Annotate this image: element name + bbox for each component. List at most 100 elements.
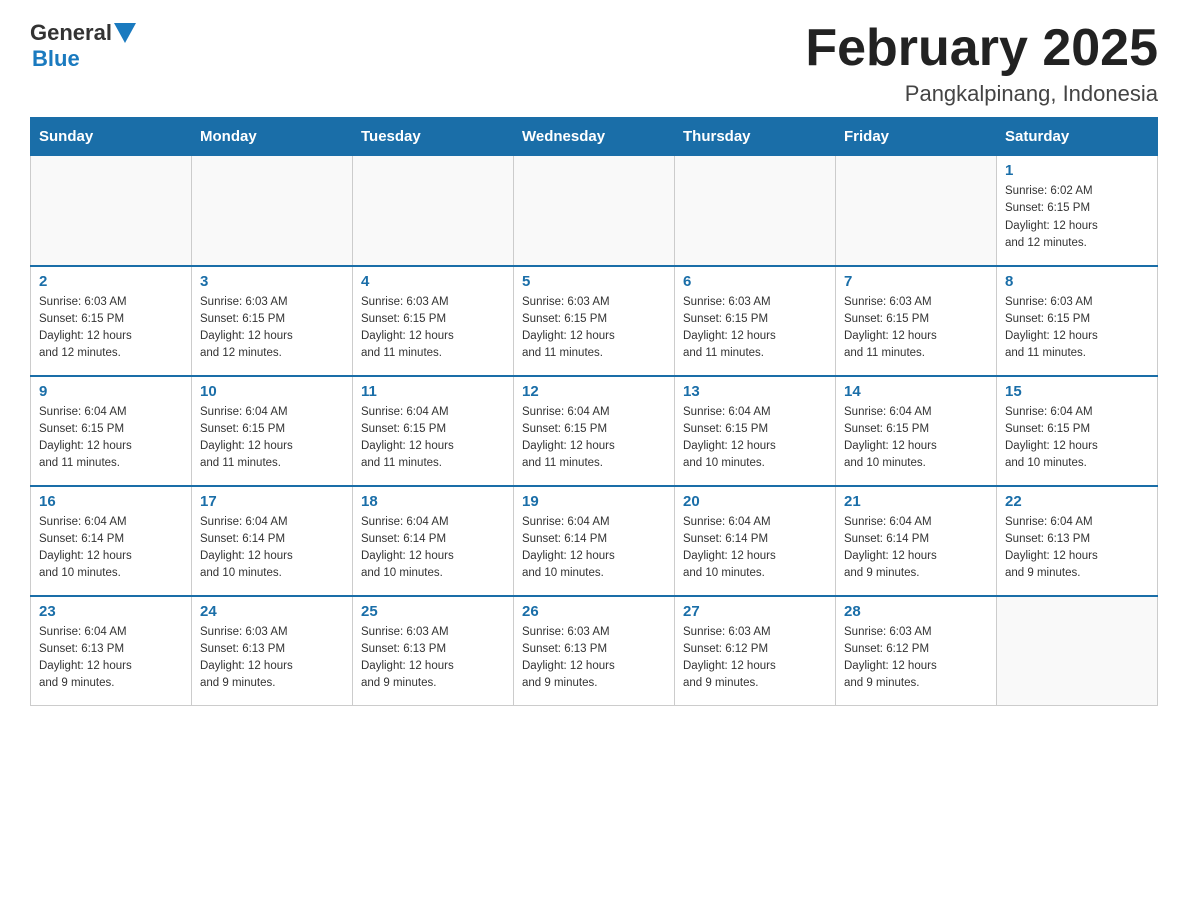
- day-number: 26: [522, 603, 666, 620]
- day-info: Sunrise: 6:04 AM Sunset: 6:14 PM Dayligh…: [683, 514, 827, 583]
- day-number: 22: [1005, 493, 1149, 510]
- day-number: 25: [361, 603, 505, 620]
- day-number: 24: [200, 603, 344, 620]
- day-info: Sunrise: 6:03 AM Sunset: 6:15 PM Dayligh…: [522, 294, 666, 363]
- day-info: Sunrise: 6:04 AM Sunset: 6:14 PM Dayligh…: [39, 514, 183, 583]
- calendar-cell: 12 Sunrise: 6:04 AM Sunset: 6:15 PM Dayli…: [514, 376, 675, 486]
- day-number: 1: [1005, 162, 1149, 179]
- day-number: 28: [844, 603, 988, 620]
- calendar-cell: 25Sunrise: 6:03 AM Sunset: 6:13 PM Dayli…: [353, 596, 514, 706]
- day-info: Sunrise: 6:04 AM Sunset: 6:14 PM Dayligh…: [361, 514, 505, 583]
- day-number: 14: [844, 383, 988, 400]
- day-number: 13: [683, 383, 827, 400]
- calendar-cell: 16 Sunrise: 6:04 AM Sunset: 6:14 PM Dayli…: [31, 486, 192, 596]
- day-info: Sunrise: 6:03 AM Sunset: 6:13 PM Dayligh…: [522, 624, 666, 693]
- day-number: 27: [683, 603, 827, 620]
- header-monday: Monday: [192, 118, 353, 156]
- calendar-subtitle: Pangkalpinang, Indonesia: [805, 81, 1158, 107]
- calendar-cell: 1Sunrise: 6:02 AM Sunset: 6:15 PM Daylig…: [997, 156, 1158, 266]
- calendar-cell: 22 Sunrise: 6:04 AM Sunset: 6:13 PM Dayli…: [997, 486, 1158, 596]
- calendar-cell: 19 Sunrise: 6:04 AM Sunset: 6:14 PM Dayli…: [514, 486, 675, 596]
- header-tuesday: Tuesday: [353, 118, 514, 156]
- day-info: Sunrise: 6:04 AM Sunset: 6:15 PM Dayligh…: [683, 404, 827, 473]
- calendar-cell: 3 Sunrise: 6:03 AM Sunset: 6:15 PM Daylig…: [192, 266, 353, 376]
- day-info: Sunrise: 6:03 AM Sunset: 6:15 PM Dayligh…: [683, 294, 827, 363]
- calendar-header-row: SundayMondayTuesdayWednesdayThursdayFrid…: [31, 118, 1158, 156]
- day-info: Sunrise: 6:03 AM Sunset: 6:15 PM Dayligh…: [844, 294, 988, 363]
- calendar-cell: 11 Sunrise: 6:04 AM Sunset: 6:15 PM Dayli…: [353, 376, 514, 486]
- day-number: 18: [361, 493, 505, 510]
- day-number: 19: [522, 493, 666, 510]
- day-info: Sunrise: 6:04 AM Sunset: 6:15 PM Dayligh…: [1005, 404, 1149, 473]
- calendar-cell: [31, 156, 192, 266]
- calendar-cell: 23 Sunrise: 6:04 AM Sunset: 6:13 PM Dayli…: [31, 596, 192, 706]
- header-wednesday: Wednesday: [514, 118, 675, 156]
- calendar-cell: 26 Sunrise: 6:03 AM Sunset: 6:13 PM Dayli…: [514, 596, 675, 706]
- day-number: 23: [39, 603, 183, 620]
- calendar-cell: 8 Sunrise: 6:03 AM Sunset: 6:15 PM Daylig…: [997, 266, 1158, 376]
- page-header: General Blue February 2025 Pangkalpinang…: [30, 20, 1158, 107]
- day-info: Sunrise: 6:04 AM Sunset: 6:15 PM Dayligh…: [844, 404, 988, 473]
- day-info: Sunrise: 6:04 AM Sunset: 6:14 PM Dayligh…: [844, 514, 988, 583]
- day-number: 15: [1005, 383, 1149, 400]
- calendar-cell: 28 Sunrise: 6:03 AM Sunset: 6:12 PM Dayli…: [836, 596, 997, 706]
- day-number: 3: [200, 273, 344, 290]
- day-info: Sunrise: 6:03 AM Sunset: 6:13 PM Dayligh…: [200, 624, 344, 693]
- day-number: 7: [844, 273, 988, 290]
- calendar-cell: 21 Sunrise: 6:04 AM Sunset: 6:14 PM Dayli…: [836, 486, 997, 596]
- calendar-cell: [514, 156, 675, 266]
- calendar-week-5: 23 Sunrise: 6:04 AM Sunset: 6:13 PM Dayli…: [31, 596, 1158, 706]
- calendar-cell: 6Sunrise: 6:03 AM Sunset: 6:15 PM Daylig…: [675, 266, 836, 376]
- day-number: 4: [361, 273, 505, 290]
- calendar-cell: 14 Sunrise: 6:04 AM Sunset: 6:15 PM Dayli…: [836, 376, 997, 486]
- calendar-cell: 10 Sunrise: 6:04 AM Sunset: 6:15 PM Dayli…: [192, 376, 353, 486]
- day-info: Sunrise: 6:03 AM Sunset: 6:12 PM Dayligh…: [844, 624, 988, 693]
- calendar-cell: 17Sunrise: 6:04 AM Sunset: 6:14 PM Dayli…: [192, 486, 353, 596]
- day-info: Sunrise: 6:03 AM Sunset: 6:12 PM Dayligh…: [683, 624, 827, 693]
- calendar-cell: 27 Sunrise: 6:03 AM Sunset: 6:12 PM Dayli…: [675, 596, 836, 706]
- header-friday: Friday: [836, 118, 997, 156]
- day-info: Sunrise: 6:04 AM Sunset: 6:14 PM Dayligh…: [522, 514, 666, 583]
- calendar-cell: 4Sunrise: 6:03 AM Sunset: 6:15 PM Daylig…: [353, 266, 514, 376]
- calendar-cell: [675, 156, 836, 266]
- calendar-cell: [192, 156, 353, 266]
- calendar-title: February 2025: [805, 20, 1158, 77]
- day-number: 21: [844, 493, 988, 510]
- calendar-cell: 2 Sunrise: 6:03 AM Sunset: 6:15 PM Daylig…: [31, 266, 192, 376]
- logo-triangle-icon: [114, 23, 136, 45]
- header-saturday: Saturday: [997, 118, 1158, 156]
- day-number: 11: [361, 383, 505, 400]
- day-info: Sunrise: 6:04 AM Sunset: 6:13 PM Dayligh…: [39, 624, 183, 693]
- day-number: 2: [39, 273, 183, 290]
- day-info: Sunrise: 6:04 AM Sunset: 6:15 PM Dayligh…: [361, 404, 505, 473]
- calendar-week-1: 1Sunrise: 6:02 AM Sunset: 6:15 PM Daylig…: [31, 156, 1158, 266]
- calendar-cell: 18 Sunrise: 6:04 AM Sunset: 6:14 PM Dayli…: [353, 486, 514, 596]
- calendar-cell: 9Sunrise: 6:04 AM Sunset: 6:15 PM Daylig…: [31, 376, 192, 486]
- calendar-cell: 13 Sunrise: 6:04 AM Sunset: 6:15 PM Dayli…: [675, 376, 836, 486]
- day-number: 5: [522, 273, 666, 290]
- header-thursday: Thursday: [675, 118, 836, 156]
- calendar-cell: 5 Sunrise: 6:03 AM Sunset: 6:15 PM Daylig…: [514, 266, 675, 376]
- day-info: Sunrise: 6:04 AM Sunset: 6:15 PM Dayligh…: [522, 404, 666, 473]
- day-info: Sunrise: 6:04 AM Sunset: 6:15 PM Dayligh…: [200, 404, 344, 473]
- calendar-cell: [353, 156, 514, 266]
- day-info: Sunrise: 6:03 AM Sunset: 6:15 PM Dayligh…: [39, 294, 183, 363]
- day-info: Sunrise: 6:03 AM Sunset: 6:15 PM Dayligh…: [1005, 294, 1149, 363]
- logo: General Blue: [30, 20, 136, 72]
- logo-blue-text: Blue: [32, 46, 136, 72]
- day-number: 8: [1005, 273, 1149, 290]
- day-info: Sunrise: 6:04 AM Sunset: 6:13 PM Dayligh…: [1005, 514, 1149, 583]
- calendar-cell: 15 Sunrise: 6:04 AM Sunset: 6:15 PM Dayli…: [997, 376, 1158, 486]
- day-info: Sunrise: 6:03 AM Sunset: 6:15 PM Dayligh…: [200, 294, 344, 363]
- calendar-week-4: 16 Sunrise: 6:04 AM Sunset: 6:14 PM Dayli…: [31, 486, 1158, 596]
- day-info: Sunrise: 6:04 AM Sunset: 6:15 PM Dayligh…: [39, 404, 183, 473]
- header-sunday: Sunday: [31, 118, 192, 156]
- title-section: February 2025 Pangkalpinang, Indonesia: [805, 20, 1158, 107]
- day-number: 10: [200, 383, 344, 400]
- day-number: 12: [522, 383, 666, 400]
- calendar-week-2: 2 Sunrise: 6:03 AM Sunset: 6:15 PM Daylig…: [31, 266, 1158, 376]
- calendar-week-3: 9Sunrise: 6:04 AM Sunset: 6:15 PM Daylig…: [31, 376, 1158, 486]
- day-number: 20: [683, 493, 827, 510]
- logo-general-text: General: [30, 20, 112, 46]
- day-number: 16: [39, 493, 183, 510]
